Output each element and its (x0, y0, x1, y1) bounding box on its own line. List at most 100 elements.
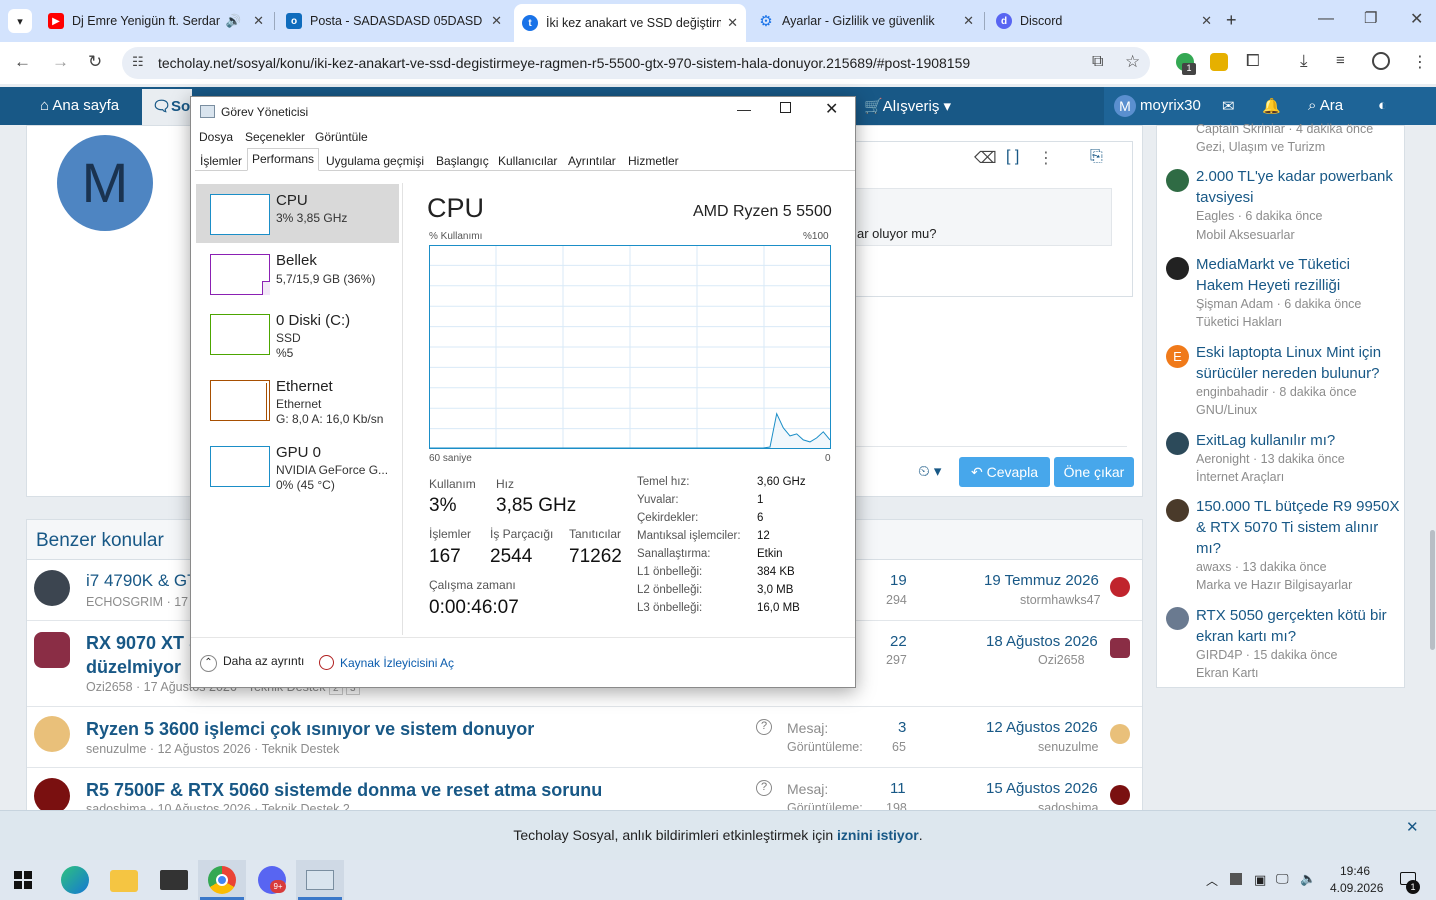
menu-view[interactable]: Görüntüle (315, 130, 368, 144)
thread-author-avatar[interactable] (34, 716, 70, 752)
close-tab-icon[interactable]: ✕ (253, 13, 264, 29)
thread-author-avatar[interactable] (34, 570, 70, 606)
tray-meet-icon[interactable]: ▣ (1254, 872, 1266, 888)
messages-icon[interactable]: ✉ (1222, 97, 1235, 115)
sidebar-item-title[interactable]: ExitLag kullanılır mı? (1196, 430, 1401, 451)
sidebar-avatar[interactable] (1166, 432, 1189, 455)
sidebar-avatar[interactable] (1166, 169, 1189, 192)
brackets-icon[interactable]: [ ] (1006, 148, 1019, 166)
sidebar-avatar[interactable] (1166, 607, 1189, 630)
thread-last-date[interactable]: 15 Ağustos 2026 (986, 780, 1098, 797)
menu-file[interactable]: Dosya (199, 130, 233, 144)
thread-author-avatar[interactable] (34, 778, 70, 814)
clock-icon[interactable]: ⏲ ▾ (918, 462, 941, 480)
tab-performance[interactable]: Performans (247, 148, 320, 171)
close-tab-icon[interactable]: ✕ (727, 15, 738, 31)
thread-last-user[interactable]: stormhawks47 (1020, 593, 1101, 607)
browser-tab-techolay[interactable]: t İki kez anakart ve SSD değiştirm ✕ (514, 4, 746, 42)
browser-tab-mail[interactable]: o Posta - SADASDASD 05DASD - ✕ (278, 6, 510, 36)
device-gpu[interactable]: GPU 0 NVIDIA GeForce G... 0% (45 °C) (196, 437, 399, 497)
thread-title-line2[interactable]: düzelmiyor (86, 657, 181, 678)
media-control-icon[interactable]: ≡ (1336, 52, 1345, 69)
user-name[interactable]: moyrix30 (1140, 97, 1201, 114)
thread-title[interactable]: Ryzen 5 3600 işlemci çok ısınıyor ve sis… (86, 719, 534, 740)
tab-services[interactable]: Hizmetler (623, 150, 684, 170)
theme-toggle-icon[interactable]: ◐ (1378, 97, 1387, 114)
device-cpu[interactable]: CPU 3% 3,85 GHz (196, 184, 399, 243)
post-author-avatar[interactable]: M (57, 135, 153, 231)
thread-last-date[interactable]: 19 Temmuz 2026 (984, 572, 1099, 589)
new-tab-button[interactable]: + (1226, 10, 1237, 31)
network-icon[interactable]: 🖵 (1276, 871, 1289, 887)
tab-app-history[interactable]: Uygulama geçmişi (321, 150, 429, 170)
tab-users[interactable]: Kullanıcılar (493, 150, 562, 170)
tab-startup[interactable]: Başlangıç (431, 150, 494, 170)
puzzle-icon[interactable]: ⧠ (1246, 51, 1260, 71)
thread-title[interactable]: R5 7500F & RTX 5060 sistemde donma ve re… (86, 780, 602, 801)
nav-shop[interactable]: 🛒Alışveriş ▾ (864, 97, 951, 115)
less-detail-button[interactable]: ⌃ Daha az ayrıntı (200, 654, 304, 672)
sidebar-item-forum[interactable]: Gezi, Ulaşım ve Turizm (1196, 140, 1325, 154)
chrome-menu-icon[interactable]: ⋮ (1412, 52, 1428, 72)
resource-monitor-link[interactable]: Kaynak İzleyicisini Aç (319, 655, 454, 670)
page-scrollbar[interactable] (1428, 125, 1436, 810)
forward-icon[interactable]: → (52, 52, 69, 72)
minimize-button[interactable]: — (737, 101, 751, 117)
task-manager-taskbar-icon[interactable] (306, 870, 334, 890)
sidebar-item-title[interactable]: 150.000 TL bütçede R9 9950X & RTX 5070 T… (1196, 496, 1401, 559)
restore-window-button[interactable]: ❐ (1364, 9, 1377, 27)
sidebar-item-forum[interactable]: GNU/Linux (1196, 403, 1257, 417)
url-text[interactable]: techolay.net/sosyal/konu/iki-kez-anakart… (158, 55, 970, 71)
last-user-avatar[interactable] (1110, 785, 1130, 805)
thread-title[interactable]: RX 9070 XT & (86, 633, 202, 654)
nav-forum[interactable]: 🗨So (152, 97, 190, 115)
tray-chevron-icon[interactable]: ︿ (1206, 872, 1218, 889)
reply-button[interactable]: ↶ Cevapla (959, 457, 1050, 487)
clock-time[interactable]: 19:46 (1340, 864, 1370, 878)
thread-author-avatar[interactable] (34, 632, 70, 668)
tray-app-icon[interactable] (1230, 873, 1242, 885)
sidebar-item-title[interactable]: RTX 5050 gerçekten kötü bir ekran kartı … (1196, 605, 1401, 647)
volume-icon[interactable]: 🔈 (1300, 871, 1316, 887)
alerts-icon[interactable]: 🔔 (1262, 97, 1281, 115)
promote-button[interactable]: Öne çıkar (1054, 457, 1134, 487)
reload-icon[interactable]: ↻ (88, 52, 102, 72)
site-info-icon[interactable]: ☷ (132, 54, 144, 70)
sidebar-item-title[interactable]: 2.000 TL'ye kadar powerbank tavsiyesi (1196, 166, 1401, 208)
browser-tab-settings[interactable]: ⚙ Ayarlar - Gizlilik ve güvenlik ✕ (750, 6, 982, 36)
sidebar-item-title[interactable]: MediaMarkt ve Tüketici Hakem Heyeti rezi… (1196, 254, 1401, 296)
close-tab-icon[interactable]: ✕ (491, 13, 502, 29)
tab-processes[interactable]: İşlemler (195, 150, 247, 170)
browser-tab-discord[interactable]: d Discord ✕ (988, 6, 1220, 36)
last-user-avatar[interactable] (1110, 577, 1130, 597)
file-explorer-icon[interactable] (110, 870, 138, 892)
minimize-window-button[interactable]: — (1318, 10, 1334, 28)
thread-last-date[interactable]: 12 Ağustos 2026 (986, 719, 1098, 736)
tab-details[interactable]: Ayrıntılar (563, 150, 621, 170)
close-tab-icon[interactable]: ✕ (963, 13, 974, 29)
last-user-avatar[interactable] (1110, 638, 1130, 658)
more-options-icon[interactable]: ⋮ (1038, 148, 1054, 168)
thread-last-user[interactable]: Ozi2658 (1038, 653, 1085, 667)
close-button[interactable]: ✕ (825, 99, 838, 119)
sidebar-avatar[interactable] (1166, 499, 1189, 522)
sidebar-item-forum[interactable]: Ekran Kartı (1196, 666, 1259, 680)
page-scrollbar-thumb[interactable] (1430, 530, 1435, 650)
clock-date[interactable]: 4.09.2026 (1330, 881, 1383, 895)
sidebar-item-forum[interactable]: Mobil Aksesuarlar (1196, 228, 1295, 242)
bookmark-star-icon[interactable]: ☆ (1125, 52, 1140, 72)
mail-icon[interactable] (160, 870, 188, 890)
device-disk[interactable]: 0 Diski (C:) SSD %5 (196, 305, 399, 365)
close-tab-icon[interactable]: ✕ (1201, 13, 1212, 29)
profile-icon[interactable] (1372, 52, 1390, 70)
maximize-button[interactable] (780, 102, 791, 113)
thread-last-date[interactable]: 18 Ağustos 2026 (986, 633, 1098, 650)
edge-icon[interactable] (61, 866, 89, 894)
close-window-button[interactable]: ✕ (1410, 9, 1423, 29)
page-link[interactable]: 2 (343, 802, 350, 810)
sidebar-item-forum[interactable]: İnternet Araçları (1196, 470, 1284, 484)
windows-start-icon[interactable] (14, 871, 32, 889)
last-user-avatar[interactable] (1110, 724, 1130, 744)
sidebar-item-forum[interactable]: Marka ve Hazır Bilgisayarlar (1196, 578, 1352, 592)
device-memory[interactable]: Bellek 5,7/15,9 GB (36%) (196, 245, 399, 305)
